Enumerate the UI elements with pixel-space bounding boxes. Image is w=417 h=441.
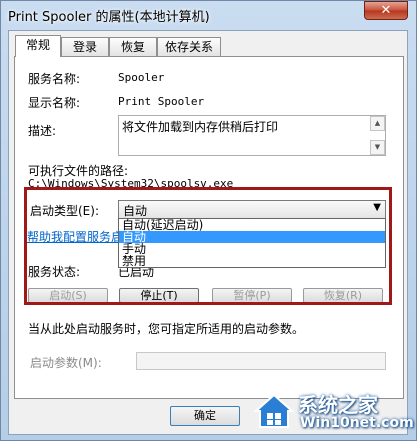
- scroll-down-arrow[interactable]: ▼: [370, 140, 385, 155]
- close-icon: ✕: [380, 3, 392, 18]
- display-name-value: Print Spooler: [118, 95, 205, 108]
- start-params-hint: 当从此处启动服务时，您可指定所适用的启动参数。: [28, 322, 305, 336]
- display-name-label: 显示名称:: [28, 96, 81, 110]
- description-textbox[interactable]: 将文件加载到内存供稍后打印: [118, 115, 386, 156]
- scroll-up-arrow[interactable]: ▲: [370, 116, 385, 131]
- site-watermark: 系统之家 Win10net.com: [252, 385, 414, 437]
- description-label: 描述:: [28, 124, 57, 138]
- window-title: Print Spooler 的属性(本地计算机): [8, 10, 210, 25]
- watermark-url: Win10net.com: [300, 415, 414, 431]
- ok-button[interactable]: 确定: [170, 406, 240, 426]
- service-name-label: 服务名称:: [28, 72, 81, 86]
- highlight-box: [24, 187, 392, 305]
- start-params-label: 启动参数(M):: [30, 356, 102, 370]
- service-name-value: Spooler: [118, 71, 165, 84]
- tab-general[interactable]: 常规: [15, 35, 61, 57]
- watermark-title: 系统之家: [298, 393, 378, 417]
- tab-dependencies[interactable]: 依存关系: [157, 37, 221, 56]
- tab-recovery[interactable]: 恢复: [109, 37, 157, 56]
- tab-logon[interactable]: 登录: [61, 37, 109, 56]
- start-params-input[interactable]: [136, 352, 386, 370]
- close-button[interactable]: ✕: [364, 1, 408, 20]
- house-logo-icon: [253, 393, 295, 428]
